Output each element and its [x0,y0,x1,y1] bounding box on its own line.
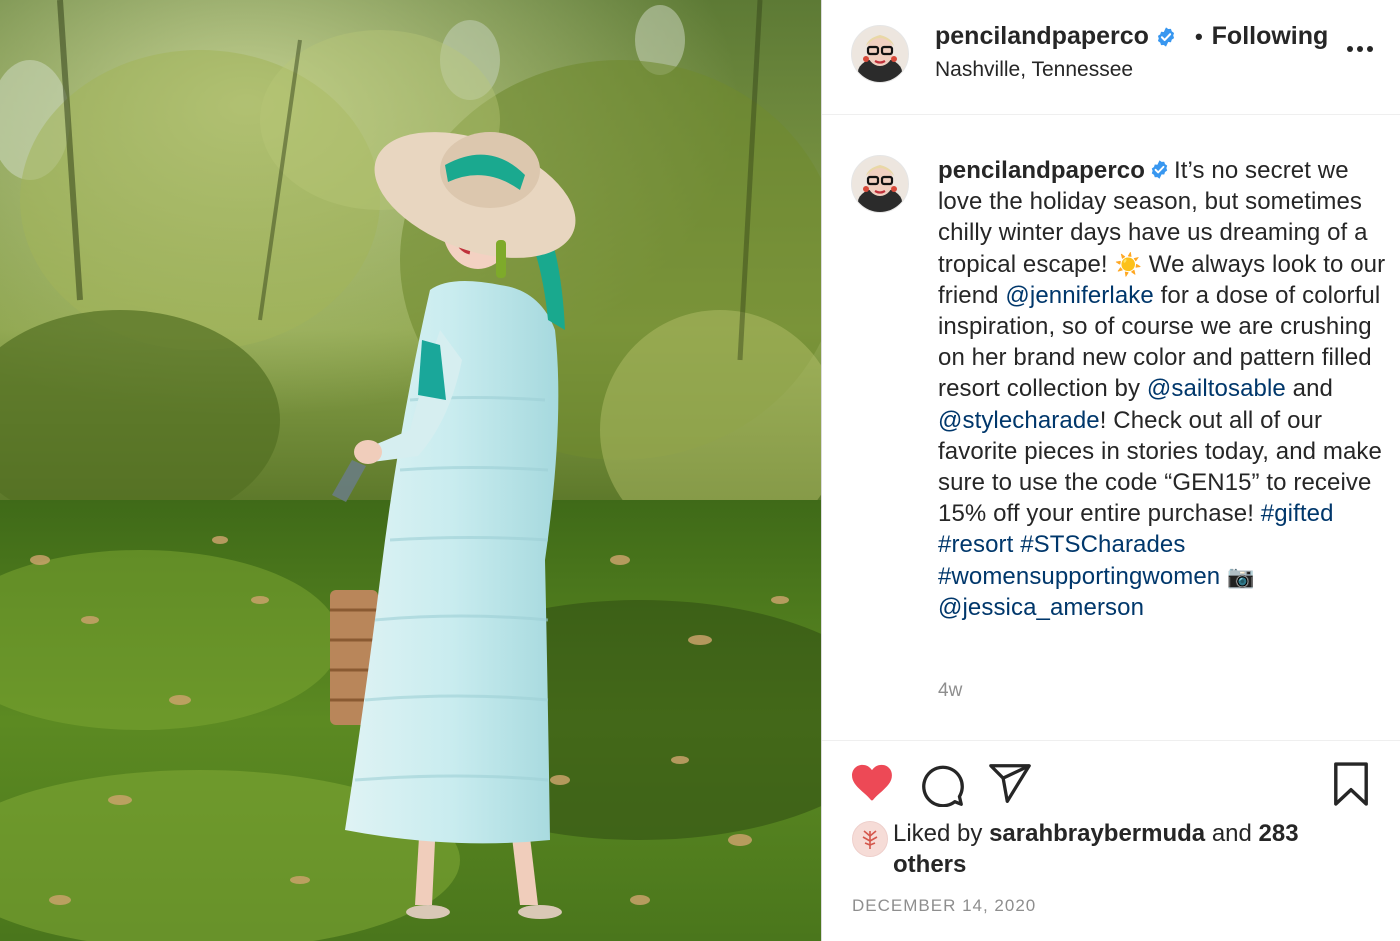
post-header: pencilandpaperco • Following Nashville, … [822,0,1400,115]
paper-plane-icon[interactable] [988,763,1032,805]
post-actions: Liked by sarahbraybermuda and 283 others… [822,740,1400,941]
header-separator: • [1194,23,1203,49]
verified-badge-icon [1151,160,1168,179]
hashtag-stscharades[interactable]: #STSCharades [1020,531,1185,558]
following-button[interactable]: Following [1212,22,1329,51]
liked-by-avatar[interactable] [852,821,888,857]
mention-stylecharade[interactable]: @stylecharade [938,407,1100,434]
caption-time-ago[interactable]: 4w [938,680,962,702]
header-username[interactable]: pencilandpaperco [935,22,1149,51]
post-photo[interactable] [0,0,821,941]
caption-username[interactable]: pencilandpaperco [938,157,1145,184]
comment-bubble-icon[interactable] [920,763,964,807]
post-date[interactable]: DECEMBER 14, 2020 [852,896,1036,916]
mention-sailtosable[interactable]: @sailtosable [1147,375,1286,402]
liked-by-conjunction: and [1211,820,1252,847]
liked-by-prefix: Liked by [893,820,983,847]
mention-jenniferlake[interactable]: @jenniferlake [1005,282,1153,309]
post-location[interactable]: Nashville, Tennessee [935,58,1133,82]
more-options-icon[interactable] [1346,44,1374,54]
caption-text: pencilandpaperco It’s no secret we love t… [938,155,1388,623]
caption-author-avatar[interactable] [851,155,909,213]
liked-by-text: Liked by sarahbraybermuda and 283 others [893,818,1313,880]
liked-by-username[interactable]: sarahbraybermuda [989,820,1205,847]
caption-part-4: and [1292,375,1333,403]
sun-emoji: ☀️ [1114,251,1142,277]
header-username-row: pencilandpaperco • Following [935,22,1328,51]
mention-jessica-amerson[interactable]: @jessica_amerson [938,594,1144,621]
bookmark-icon[interactable] [1332,761,1370,807]
hashtag-gifted[interactable]: #gifted [1261,500,1334,527]
camera-emoji: 📷 [1227,563,1255,589]
post-side-panel: pencilandpaperco • Following Nashville, … [822,0,1400,941]
hashtag-womensupportingwomen[interactable]: #womensupportingwomen [938,563,1220,590]
heart-filled-icon[interactable] [850,763,894,803]
instagram-post: pencilandpaperco • Following Nashville, … [0,0,1400,941]
author-avatar[interactable] [851,25,909,83]
caption-area: pencilandpaperco It’s no secret we love t… [822,115,1400,739]
verified-badge-icon [1157,26,1175,47]
hashtag-resort[interactable]: #resort [938,531,1013,558]
